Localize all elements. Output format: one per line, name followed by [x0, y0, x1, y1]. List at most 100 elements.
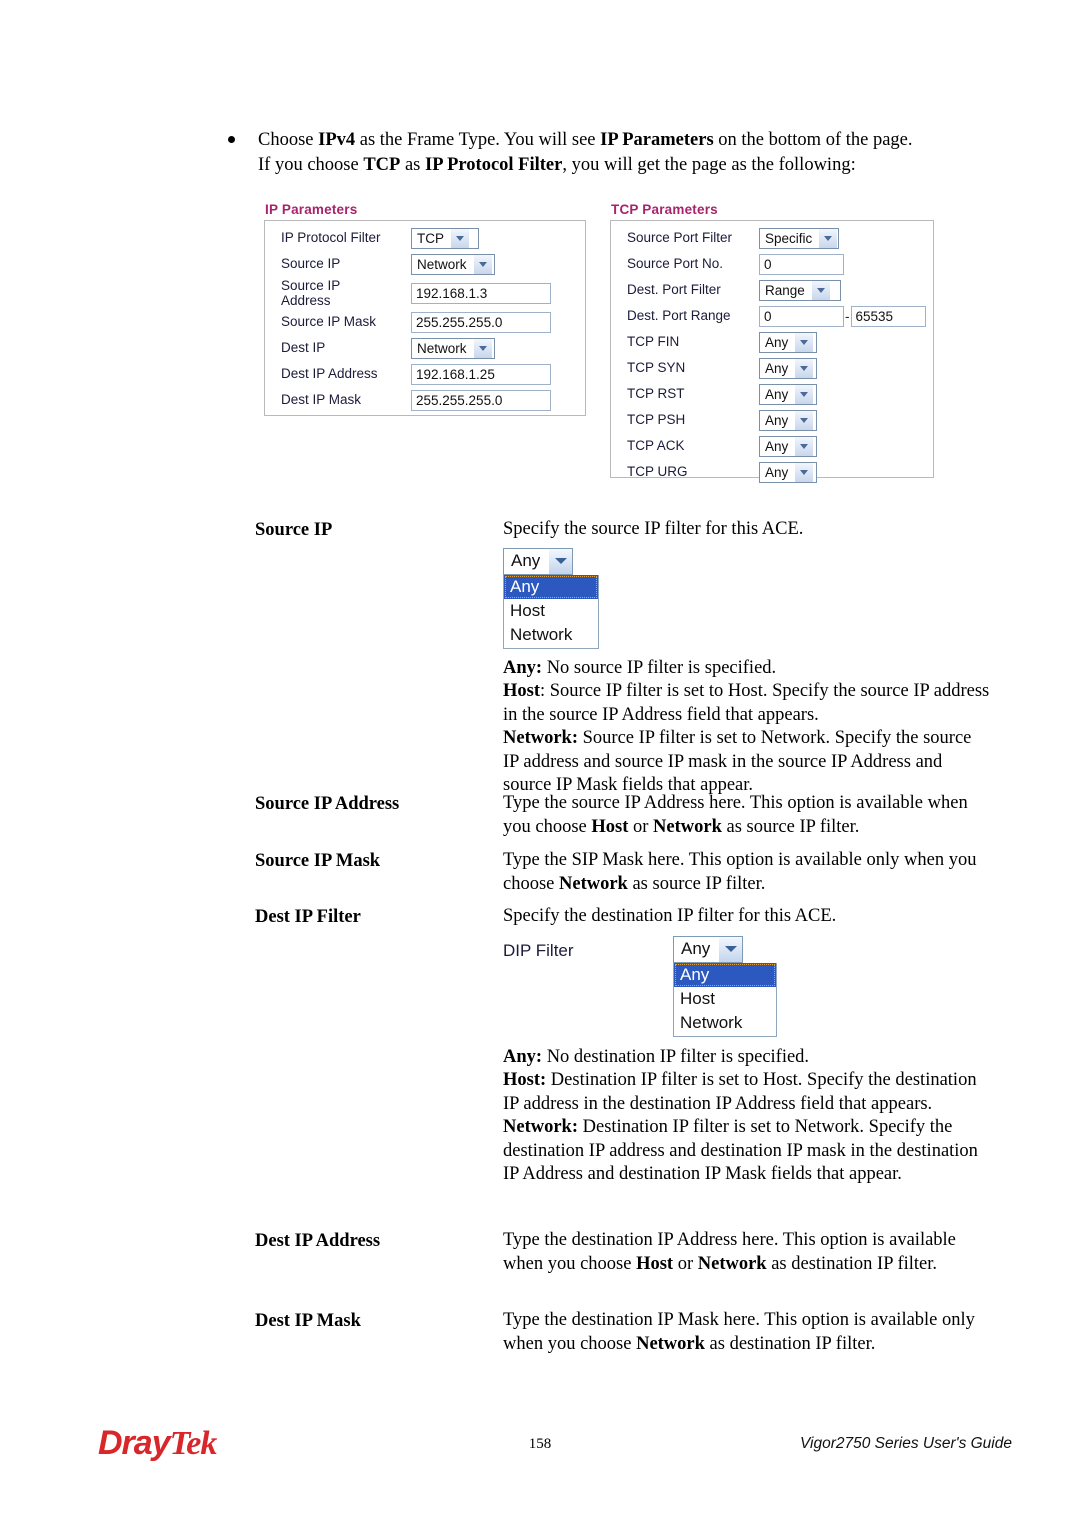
input-source-ip-mask[interactable]: 255.255.255.0 — [411, 311, 551, 333]
tcp-parameters-panel: TCP Parameters Source Port Filter Specif… — [610, 202, 934, 483]
select-source-port-filter[interactable]: Specific — [759, 227, 839, 249]
select-dest-port-filter[interactable]: Range — [759, 279, 841, 301]
chevron-down-icon — [794, 384, 814, 404]
chevron-down-icon — [794, 332, 814, 352]
label-dip-filter: DIP Filter — [503, 940, 574, 960]
select-tcp-urg[interactable]: Any — [759, 461, 817, 483]
chevron-down-icon — [450, 228, 469, 248]
label-dest-ip-mask: Dest IP Mask — [281, 392, 362, 407]
page-footer: DrayTek 158 Vigor2750 Series User's Guid… — [0, 1424, 1080, 1474]
chevron-down-icon — [794, 462, 814, 482]
select-dest-ip-value: Network — [417, 340, 467, 356]
input-dest-ip-address[interactable]: 192.168.1.25 — [411, 363, 551, 385]
row-source-ip: Source IP Network — [271, 251, 579, 277]
dropdown-dip-filter-open[interactable]: Any Any Host Network — [673, 935, 777, 1037]
row-source-ip-address: Source IP Address 192.168.1.3 — [271, 277, 579, 309]
desc-sia-p3: as source IP filter. — [721, 816, 860, 837]
select-tcp-ack[interactable]: Any — [759, 435, 817, 457]
select-tcp-rst-value: Any — [765, 386, 789, 402]
input-source-ip-address[interactable]: 192.168.1.3 — [411, 282, 551, 304]
ip-parameters-title: IP Parameters — [265, 202, 358, 217]
select-dest-port-filter-value: Range — [765, 282, 805, 298]
desc-dest-ip-filter-intro: Specify the destination IP filter for th… — [503, 906, 837, 926]
select-tcp-syn[interactable]: Any — [759, 357, 817, 379]
select-dest-ip[interactable]: Network — [411, 337, 495, 359]
note-any-text: No destination IP filter is specified. — [542, 1046, 810, 1067]
row-dest-port-filter: Dest. Port Filter Range — [617, 277, 927, 303]
row-tcp-rst: TCP RST Any — [617, 381, 927, 407]
term-source-ip: Source IP — [255, 520, 333, 540]
dropdown-option-network[interactable]: Network — [674, 1011, 776, 1035]
term-dest-ip-address: Dest IP Address — [255, 1231, 381, 1251]
input-dest-port-range-start[interactable]: 0 — [759, 305, 844, 327]
dropdown-option-any[interactable]: Any — [674, 962, 776, 987]
definition-source-ip-address: Source IP Address Type the source IP Add… — [255, 792, 990, 839]
label-tcp-fin: TCP FIN — [627, 334, 680, 349]
select-tcp-ack-value: Any — [765, 438, 789, 454]
dropdown-source-ip-options[interactable]: Any Host Network — [503, 574, 599, 649]
note-network-label: Network: — [503, 1117, 579, 1137]
row-dest-port-range: Dest. Port Range 0 - 65535 — [617, 303, 927, 329]
dropdown-dip-filter-closed-box[interactable]: Any — [673, 935, 744, 963]
dropdown-source-ip-open[interactable]: Any Any Host Network — [503, 547, 599, 649]
intro-line2-c: as — [400, 155, 425, 175]
row-source-port-filter: Source Port Filter Specific — [617, 225, 927, 251]
dropdown-source-ip-closed-box[interactable]: Any — [503, 547, 574, 575]
dropdown-source-ip-value: Any — [511, 551, 541, 571]
bullet-point-icon — [228, 136, 235, 143]
intro-line2-e: , you will get the page as the following… — [562, 155, 856, 175]
select-tcp-rst[interactable]: Any — [759, 383, 817, 405]
note-host-label: Host — [503, 681, 540, 701]
label-tcp-ack: TCP ACK — [627, 438, 685, 453]
select-tcp-syn-value: Any — [765, 360, 789, 376]
input-dest-port-range-end[interactable]: 65535 — [850, 305, 926, 327]
label-source-port-no: Source Port No. — [627, 256, 724, 271]
label-source-ip: Source IP — [281, 256, 341, 271]
dropdown-dip-filter-options[interactable]: Any Host Network — [673, 962, 777, 1037]
note-any-label: Any: — [503, 1046, 543, 1067]
desc-dia-p3: as destination IP filter. — [766, 1253, 938, 1274]
dropdown-option-host[interactable]: Host — [504, 599, 598, 623]
desc-dest-ip-filter-notes: Any: No destination IP filter is specifi… — [503, 1046, 990, 1187]
row-dest-ip: Dest IP Network — [271, 335, 579, 361]
row-tcp-ack: TCP ACK Any — [617, 433, 927, 459]
guide-title: Vigor2750 Series User's Guide — [799, 1435, 1012, 1452]
desc-dest-ip-address: Type the destination IP Address here. Th… — [503, 1229, 990, 1276]
select-tcp-psh[interactable]: Any — [759, 409, 817, 431]
chevron-down-icon — [718, 936, 743, 962]
desc-dia-p2: or — [673, 1253, 698, 1274]
dest-port-range-group: 0 - 65535 — [759, 305, 926, 327]
label-dest-ip-address: Dest IP Address — [281, 366, 378, 381]
select-ip-protocol-filter[interactable]: TCP — [411, 227, 479, 249]
row-dest-ip-address: Dest IP Address 192.168.1.25 — [271, 361, 579, 387]
chevron-down-icon — [794, 436, 814, 456]
note-host-text: : Source IP filter is set to Host. Speci… — [503, 681, 990, 725]
dropdown-option-host[interactable]: Host — [674, 987, 776, 1011]
label-tcp-psh: TCP PSH — [627, 412, 686, 427]
desc-dia-b1: Host — [636, 1253, 674, 1274]
note-host-text: Destination IP filter is set to Host. Sp… — [503, 1070, 977, 1114]
chevron-down-icon — [472, 338, 492, 358]
intro-line2-tcp: TCP — [363, 155, 401, 175]
desc-dim-b1: Network — [636, 1333, 705, 1354]
intro-bullet-paragraph: Choose IPv4 as the Frame Type. You will … — [228, 128, 988, 178]
select-tcp-fin[interactable]: Any — [759, 331, 817, 353]
input-dest-ip-mask[interactable]: 255.255.255.0 — [411, 389, 551, 411]
dropdown-option-network[interactable]: Network — [504, 623, 598, 647]
definition-source-ip-mask: Source IP Mask Type the SIP Mask here. T… — [255, 849, 990, 896]
desc-dim-p2: as destination IP filter. — [704, 1333, 876, 1354]
chevron-down-icon — [818, 228, 838, 248]
intro-text: Choose IPv4 as the Frame Type. You will … — [258, 128, 988, 178]
intro-line2-ip-protocol-filter: IP Protocol Filter — [425, 155, 563, 175]
row-tcp-fin: TCP FIN Any — [617, 329, 927, 355]
intro-line1-e: on the bottom of the page. — [713, 130, 913, 150]
desc-sia-b2: Network — [653, 816, 722, 837]
select-source-ip[interactable]: Network — [411, 253, 495, 275]
note-any-label: Any: — [503, 657, 543, 678]
label-dest-port-filter: Dest. Port Filter — [627, 282, 721, 297]
input-source-port-no[interactable]: 0 — [759, 253, 844, 275]
dropdown-option-any[interactable]: Any — [504, 574, 598, 599]
intro-line2-a: If you choose — [258, 155, 364, 175]
note-any-text: No source IP filter is specified. — [542, 657, 777, 678]
label-source-ip-address: Source IP Address — [281, 278, 341, 308]
